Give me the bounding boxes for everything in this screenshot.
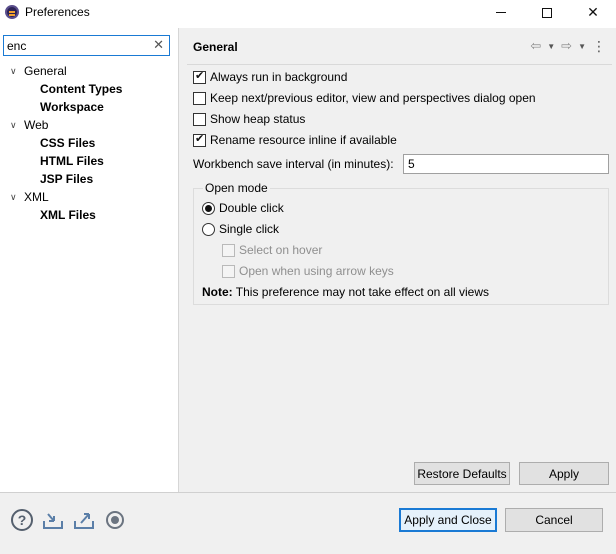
checkbox-disabled [222,243,235,257]
radio-selected[interactable] [202,201,215,215]
tree-item-label: XML [24,190,49,204]
checkbox-disabled [222,264,235,278]
note-bold: Note: [202,285,233,299]
save-interval-input[interactable]: 5 [403,154,609,174]
option-rename-inline[interactable]: Rename resource inline if available [193,131,397,149]
tree-item-content-types[interactable]: Content Types [40,80,122,98]
option-label: Keep next/previous editor, view and pers… [210,91,536,105]
open-mode-group: Open mode Double click Single click Sele… [193,181,609,305]
preference-tree-pane: ✕ ∨ General Content Types Workspace ∨ We… [0,30,178,490]
option-keep-dialog-open[interactable]: Keep next/previous editor, view and pers… [193,89,536,107]
import-icon[interactable] [42,509,64,531]
checkbox-checked[interactable] [193,69,206,84]
tree-item-xml-files[interactable]: XML Files [40,206,96,224]
clear-filter-icon[interactable]: ✕ [153,37,164,53]
chevron-down-icon[interactable]: ∨ [10,188,18,206]
save-interval-label: Workbench save interval (in minutes): [193,157,394,171]
page-header: General ⇦ ▼ ⇨ ▼ ⋮ [179,28,616,64]
filter-input[interactable] [7,38,147,53]
open-mode-note: Note: This preference may not take effec… [202,285,489,299]
preference-page: General ⇦ ▼ ⇨ ▼ ⋮ Always run in backgrou… [179,28,616,492]
dialog-footer: ? Apply and Close Cancel [0,493,616,554]
option-label: Show heap status [210,112,306,126]
option-label: Open when using arrow keys [239,264,394,278]
tree-item-workspace[interactable]: Workspace [40,98,104,116]
page-navigation: ⇦ ▼ ⇨ ▼ ⋮ [530,38,606,54]
page-title: General [193,40,238,54]
tree-item-general[interactable]: ∨ General [0,62,178,80]
minimize-button[interactable] [478,0,524,25]
view-menu-icon[interactable]: ⋮ [592,39,606,53]
tree-item-xml[interactable]: ∨ XML [0,188,178,206]
tree-item-css-files[interactable]: CSS Files [40,134,95,152]
note-text: This preference may not take effect on a… [232,285,490,299]
option-select-on-hover: Select on hover [222,241,322,259]
tree-item-jsp-files[interactable]: JSP Files [40,170,93,188]
chevron-down-icon[interactable]: ∨ [10,62,18,80]
checkbox-unchecked[interactable] [193,91,206,105]
radio-label: Double click [219,201,284,215]
close-icon: ✕ [587,4,599,20]
chevron-down-icon[interactable]: ∨ [10,116,18,134]
apply-and-close-button[interactable]: Apply and Close [399,508,497,532]
option-label: Rename resource inline if available [210,133,397,147]
radio-unselected[interactable] [202,222,215,236]
filter-box: ✕ [3,35,170,56]
back-dropdown-icon[interactable]: ▼ [547,42,555,51]
window-title: Preferences [25,5,90,19]
maximize-button[interactable] [524,0,570,25]
option-open-arrow-keys: Open when using arrow keys [222,262,394,280]
open-mode-title: Open mode [203,181,270,195]
record-icon[interactable] [104,509,126,531]
tree-item-html-files[interactable]: HTML Files [40,152,104,170]
help-icon[interactable]: ? [11,509,33,531]
checkbox-unchecked[interactable] [193,112,206,126]
option-label: Select on hover [239,243,323,257]
radio-single-click[interactable]: Single click [202,220,279,238]
export-icon[interactable] [73,509,95,531]
maximize-icon [542,7,552,18]
cancel-button[interactable]: Cancel [505,508,603,532]
tree-item-label: General [24,64,67,78]
forward-arrow-icon[interactable]: ⇨ [561,38,572,54]
checkbox-checked[interactable] [193,132,206,147]
forward-dropdown-icon[interactable]: ▼ [578,42,586,51]
close-button[interactable]: ✕ [570,0,616,25]
back-arrow-icon[interactable]: ⇦ [530,38,541,54]
tree-item-web[interactable]: ∨ Web [0,116,178,134]
apply-button[interactable]: Apply [519,462,609,485]
tree-item-label: Web [24,118,49,132]
minimize-icon [496,12,506,13]
eclipse-logo-icon [5,5,19,19]
header-separator [187,64,612,65]
restore-defaults-button[interactable]: Restore Defaults [414,462,510,485]
option-always-run-background[interactable]: Always run in background [193,68,347,86]
radio-double-click[interactable]: Double click [202,199,284,217]
option-label: Always run in background [210,70,348,84]
title-bar: Preferences ✕ [0,0,616,25]
radio-label: Single click [219,222,280,236]
option-show-heap-status[interactable]: Show heap status [193,110,305,128]
record-inner [111,516,119,524]
record-outer [106,511,124,529]
